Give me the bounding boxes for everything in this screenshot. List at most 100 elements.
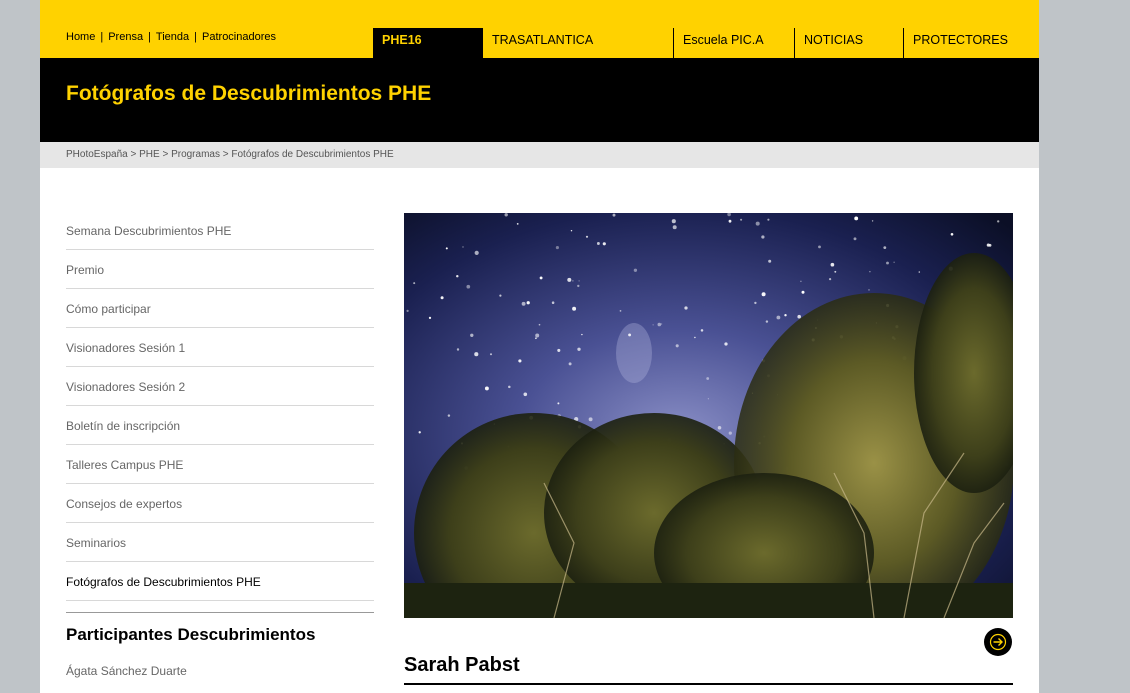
arrow-right-icon [989, 633, 1007, 651]
star [728, 431, 732, 435]
next-arrow-button[interactable] [984, 628, 1012, 656]
nav-escuela-pica[interactable]: Escuela PIC.A [673, 28, 794, 58]
star [557, 348, 561, 352]
star [588, 417, 593, 422]
star [577, 347, 581, 351]
nav-protectores[interactable]: PROTECTORES [903, 28, 1013, 58]
page: Home | Prensa | Tienda | Patrocinadores … [40, 0, 1039, 693]
sidebar-item-talleres[interactable]: Talleres Campus PHE [66, 446, 374, 484]
sidebar-item-consejos[interactable]: Consejos de expertos [66, 485, 374, 523]
sidebar-item-boletin[interactable]: Boletín de inscripción [66, 407, 374, 445]
star [557, 402, 560, 405]
artist-name[interactable]: Sarah Pabst [404, 654, 520, 677]
star [489, 353, 493, 356]
star [572, 306, 577, 311]
star [853, 237, 857, 241]
utility-nav: Home | Prensa | Tienda | Patrocinadores [66, 31, 276, 43]
star [986, 243, 990, 247]
star [551, 301, 555, 304]
star [767, 218, 770, 221]
star [869, 270, 871, 273]
star [585, 235, 589, 238]
nav-trasatlantica[interactable]: TRASATLANTICA [483, 28, 673, 58]
star [854, 216, 859, 221]
star [521, 301, 526, 306]
star [657, 322, 662, 327]
sidebar-item-seminarios[interactable]: Seminarios [66, 524, 374, 562]
star [406, 309, 409, 313]
star [883, 246, 887, 250]
star [581, 333, 583, 336]
star [893, 261, 895, 263]
star [724, 342, 728, 346]
sidebar-item-premio[interactable]: Premio [66, 251, 374, 289]
star [602, 242, 606, 246]
sidebar-item-visionadores-2[interactable]: Visionadores Sesión 2 [66, 368, 374, 406]
nav-noticias[interactable]: NOTICIAS [794, 28, 903, 58]
star [830, 262, 835, 267]
photo-illustration [404, 213, 1013, 618]
star [706, 377, 710, 380]
star [474, 352, 479, 357]
star [755, 221, 760, 226]
star [834, 270, 837, 273]
star [918, 271, 921, 273]
star [538, 323, 541, 326]
star [508, 385, 511, 389]
star [526, 301, 530, 305]
star [652, 324, 654, 326]
utility-link-prensa[interactable]: Prensa [108, 31, 143, 43]
utility-link-patrocinadores[interactable]: Patrocinadores [202, 31, 276, 43]
star [572, 280, 574, 282]
star [466, 284, 471, 289]
star [474, 250, 479, 255]
sidebar-item-visionadores-1[interactable]: Visionadores Sesión 1 [66, 329, 374, 367]
star [740, 218, 743, 221]
star [619, 310, 622, 312]
star [997, 220, 1000, 223]
star [504, 213, 508, 217]
star [418, 431, 421, 434]
star [728, 219, 732, 223]
artist-divider [404, 683, 1013, 685]
star [828, 277, 832, 281]
star [440, 296, 444, 300]
sidebar-item-como-participar[interactable]: Cómo participar [66, 290, 374, 328]
star [768, 259, 772, 263]
star [671, 219, 676, 224]
utility-link-tienda[interactable]: Tienda [156, 31, 189, 43]
star [707, 398, 709, 400]
star [516, 223, 519, 225]
star [694, 336, 696, 339]
star [801, 290, 805, 294]
star [797, 314, 801, 319]
sidebar-item-semana[interactable]: Semana Descubrimientos PHE [66, 212, 374, 250]
participant-link[interactable]: Ágata Sánchez Duarte [66, 664, 374, 678]
star [447, 414, 451, 417]
sidebar-item-fotografos[interactable]: Fotógrafos de Descubrimientos PHE [66, 563, 374, 601]
star [871, 220, 874, 222]
star [470, 333, 474, 337]
top-bar: Home | Prensa | Tienda | Patrocinadores … [40, 0, 1039, 58]
star [539, 276, 543, 280]
sidebar-divider [66, 612, 374, 613]
star [672, 225, 677, 230]
star [784, 314, 787, 317]
star [456, 348, 460, 351]
main-nav: PHE16 TRASATLANTICA Escuela PIC.A NOTICI… [373, 28, 1013, 58]
star [612, 213, 616, 217]
star [633, 268, 638, 272]
star [596, 242, 600, 245]
utility-link-home[interactable]: Home [66, 31, 95, 43]
nav-phe16[interactable]: PHE16 [373, 28, 483, 58]
star [555, 246, 559, 250]
star [518, 359, 522, 363]
star [535, 337, 537, 340]
star [950, 232, 954, 236]
star [717, 426, 722, 430]
breadcrumb-text[interactable]: PHotoEspaña > PHE > Programas > Fotógraf… [66, 149, 394, 160]
star [413, 282, 416, 285]
star [765, 320, 769, 323]
star [578, 280, 580, 282]
star [484, 386, 489, 391]
